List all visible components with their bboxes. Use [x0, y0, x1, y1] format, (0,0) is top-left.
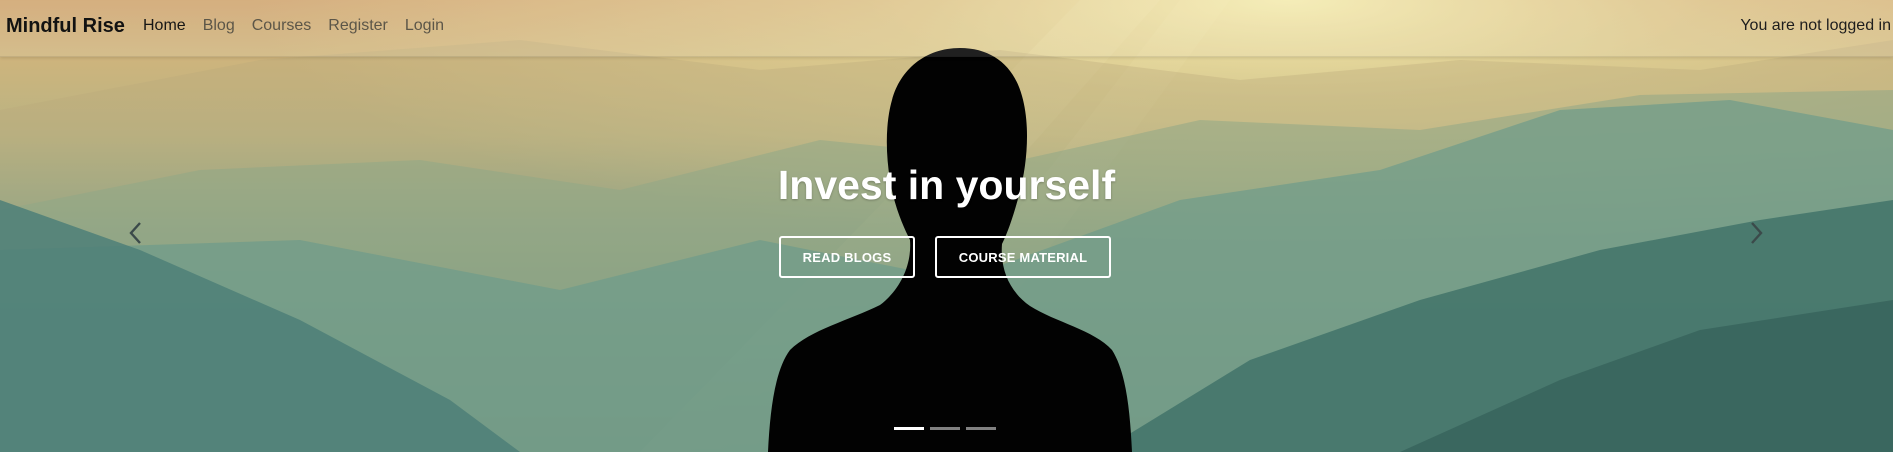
carousel-indicator-3[interactable] [966, 427, 996, 430]
nav-link-home[interactable]: Home [143, 17, 186, 35]
chevron-left-icon [124, 218, 148, 248]
carousel-indicators [894, 427, 996, 430]
nav-link-login[interactable]: Login [405, 17, 444, 35]
hero-background-image [0, 0, 1893, 452]
login-status-text: You are not logged in [1740, 17, 1891, 34]
hero-carousel: Mindful Rise Home Blog Courses Register … [0, 0, 1893, 452]
nav-links: Home Blog Courses Register Login [143, 17, 461, 35]
read-blogs-button[interactable]: READ BLOGS [779, 236, 915, 278]
carousel-indicator-2[interactable] [930, 427, 960, 430]
carousel-indicator-1[interactable] [894, 427, 924, 430]
carousel-next-button[interactable] [1744, 218, 1768, 248]
nav-link-blog[interactable]: Blog [203, 17, 235, 35]
chevron-right-icon [1744, 218, 1768, 248]
nav-link-courses[interactable]: Courses [252, 17, 312, 35]
navbar: Mindful Rise Home Blog Courses Register … [0, 0, 1893, 57]
brand-link[interactable]: Mindful Rise [6, 15, 125, 38]
nav-link-register[interactable]: Register [328, 17, 388, 35]
course-material-button[interactable]: COURSE MATERIAL [935, 236, 1111, 278]
hero-title: Invest in yourself [777, 162, 1116, 208]
carousel-prev-button[interactable] [124, 218, 148, 248]
